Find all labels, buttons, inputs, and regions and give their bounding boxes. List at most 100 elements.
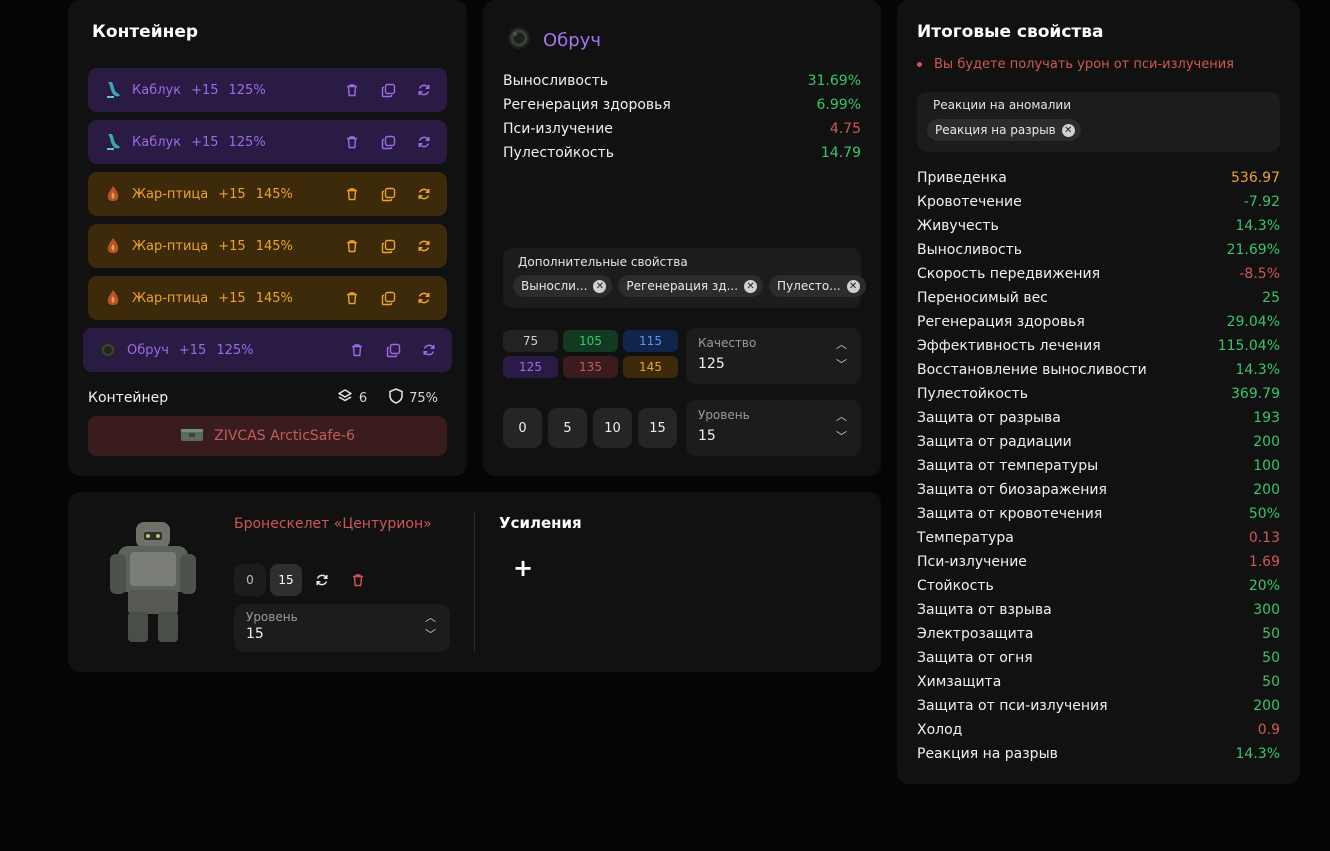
extra-properties-box[interactable]: Дополнительные свойства Выносли... ✕ Реген…: [503, 248, 866, 308]
refresh-icon[interactable]: [415, 133, 433, 151]
stat-row: Защита от кровотечения 50%: [917, 502, 1280, 526]
close-icon[interactable]: ✕: [1061, 123, 1075, 137]
copy-icon[interactable]: [384, 341, 402, 359]
shield-icon: [389, 388, 403, 408]
stat-value: 20%: [1248, 578, 1280, 594]
level-select[interactable]: Уровень 15 ︿ ﹀: [686, 400, 861, 456]
artifact-name: Обруч: [127, 342, 169, 358]
artifact-header: Обруч: [505, 24, 601, 57]
copy-icon[interactable]: [379, 133, 397, 151]
artifact-row[interactable]: Обруч +15 125%: [83, 328, 452, 372]
property-chip[interactable]: Пулесто... ✕: [769, 275, 866, 297]
refresh-icon[interactable]: [415, 185, 433, 203]
level-preset-buttons: 0 5 10 15: [503, 408, 677, 448]
stat-label: Защита от огня: [917, 650, 1033, 666]
armor-level-select[interactable]: Уровень 15 ︿ ﹀: [234, 604, 450, 652]
stat-label: Пулестойкость: [917, 386, 1029, 402]
property-chip-label: Регенерация зд...: [626, 279, 739, 293]
quality-preset-button[interactable]: 135: [563, 356, 618, 378]
copy-icon[interactable]: [379, 185, 397, 203]
artifact-level: +15: [218, 290, 246, 306]
artifact-name: Жар-птица: [132, 238, 209, 254]
quality-preset-button[interactable]: 125: [503, 356, 558, 378]
anomaly-chip[interactable]: Реакция на разрыв ✕: [927, 119, 1081, 141]
chevron-up-icon[interactable]: ︿: [836, 336, 847, 352]
level-preset-button[interactable]: 5: [548, 408, 587, 448]
refresh-icon[interactable]: [415, 81, 433, 99]
stat-row: Пси-излучение 4.75: [503, 117, 861, 141]
property-chip[interactable]: Выносли... ✕: [513, 275, 613, 297]
quality-preset-button[interactable]: 115: [623, 330, 678, 352]
artifact-quality: 145%: [255, 186, 293, 202]
quality-preset-button[interactable]: 105: [563, 330, 618, 352]
stat-row: Температура 0.13: [917, 526, 1280, 550]
stat-label: Температура: [917, 530, 1014, 546]
container-select-button[interactable]: ZIVCAS ArcticSafe-6: [88, 416, 447, 456]
quality-preset-grid: 75 105 115 125 135 145: [503, 330, 678, 378]
artifact-row[interactable]: Жар-птица +15 145%: [88, 276, 447, 320]
stat-value: 193: [1253, 410, 1280, 426]
refresh-icon[interactable]: [420, 341, 438, 359]
chevron-down-icon[interactable]: ﹀: [425, 626, 436, 642]
level-value: 15: [698, 428, 716, 444]
trash-icon[interactable]: [343, 289, 361, 307]
chevron-down-icon[interactable]: ﹀: [836, 428, 847, 444]
artifact-quality: 125%: [228, 134, 266, 150]
trash-icon[interactable]: [343, 237, 361, 255]
artifact-row[interactable]: Жар-птица +15 145%: [88, 172, 447, 216]
quality-preset-button[interactable]: 75: [503, 330, 558, 352]
boosts-title: Усиления: [499, 514, 582, 532]
psi-warning: Вы будете получать урон от пси-излучения: [917, 57, 1234, 72]
artifact-row[interactable]: Каблук +15 125%: [88, 120, 447, 164]
refresh-icon[interactable]: [306, 564, 338, 596]
container-title: Контейнер: [92, 22, 199, 42]
quality-preset-button[interactable]: 145: [623, 356, 678, 378]
armor-level-min-button[interactable]: 0: [234, 564, 266, 596]
trash-icon[interactable]: [343, 185, 361, 203]
artifact-row[interactable]: Жар-птица +15 145%: [88, 224, 447, 268]
level-preset-button[interactable]: 0: [503, 408, 542, 448]
stat-value: -8.5%: [1239, 266, 1280, 282]
chevron-down-icon[interactable]: ﹀: [836, 356, 847, 372]
summary-panel: Итоговые свойства Вы будете получать уро…: [897, 0, 1300, 784]
armor-level-max-button[interactable]: 15: [270, 564, 302, 596]
copy-icon[interactable]: [379, 237, 397, 255]
property-chip[interactable]: Регенерация зд... ✕: [618, 275, 764, 297]
stat-value: 0.9: [1257, 722, 1280, 738]
quality-select[interactable]: Качество 125 ︿ ﹀: [686, 328, 861, 384]
container-box-icon: [180, 426, 204, 446]
stat-value: 100: [1253, 458, 1280, 474]
stat-value: 14.3%: [1235, 362, 1280, 378]
stat-label: Защита от биозаражения: [917, 482, 1107, 498]
copy-icon[interactable]: [379, 81, 397, 99]
armor-name[interactable]: Бронескелет «Центурион»: [234, 516, 432, 532]
property-chip-label: Пулесто...: [777, 279, 841, 293]
trash-icon[interactable]: [348, 341, 366, 359]
firebird-artifact-icon: [102, 235, 124, 257]
extra-properties-label: Дополнительные свойства: [518, 255, 688, 269]
artifact-detail-panel: Обруч Выносливость 31.69% Регенерация здор…: [483, 0, 881, 476]
chevron-up-icon[interactable]: ︿: [836, 408, 847, 424]
chevron-up-icon[interactable]: ︿: [425, 609, 436, 625]
copy-icon[interactable]: [379, 289, 397, 307]
bullet-icon: [917, 62, 922, 67]
refresh-icon[interactable]: [415, 237, 433, 255]
add-boost-button[interactable]: +: [513, 554, 533, 582]
stat-row: Реакция на разрыв 14.3%: [917, 742, 1280, 766]
level-preset-button[interactable]: 15: [638, 408, 677, 448]
trash-icon[interactable]: [342, 564, 374, 596]
close-icon[interactable]: ✕: [593, 279, 607, 293]
level-preset-button[interactable]: 10: [593, 408, 632, 448]
close-icon[interactable]: ✕: [846, 279, 860, 293]
artifact-row[interactable]: Каблук +15 125%: [88, 68, 447, 112]
trash-icon[interactable]: [343, 133, 361, 151]
refresh-icon[interactable]: [415, 289, 433, 307]
stat-row: Регенерация здоровья 29.04%: [917, 310, 1280, 334]
stat-row: Защита от биозаражения 200: [917, 478, 1280, 502]
container-name: ZIVCAS ArcticSafe-6: [214, 428, 355, 444]
stat-label: Защита от температуры: [917, 458, 1099, 474]
close-icon[interactable]: ✕: [744, 279, 758, 293]
trash-icon[interactable]: [343, 81, 361, 99]
stat-label: Регенерация здоровья: [917, 314, 1085, 330]
stat-label: Скорость передвижения: [917, 266, 1100, 282]
